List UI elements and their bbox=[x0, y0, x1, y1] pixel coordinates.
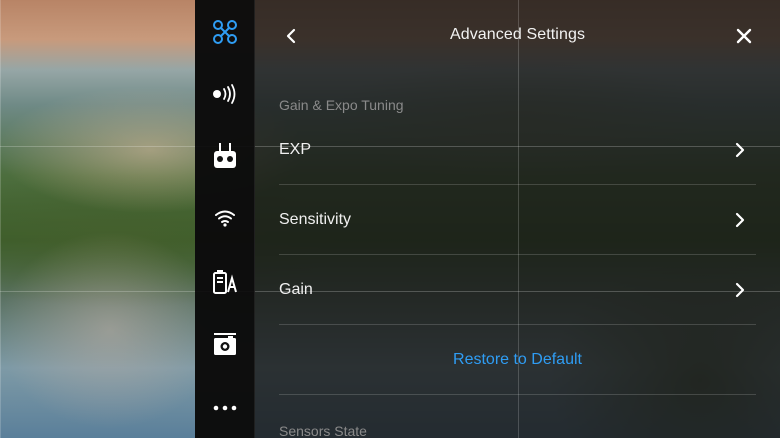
sidebar-item-wifi[interactable] bbox=[195, 198, 255, 238]
settings-row-gain[interactable]: Gain bbox=[279, 255, 756, 325]
sidebar-item-camera[interactable] bbox=[195, 324, 255, 364]
sidebar-item-more[interactable] bbox=[195, 388, 255, 428]
remote-controller-icon bbox=[214, 143, 236, 168]
sidebar-item-remote-controller[interactable] bbox=[195, 136, 255, 176]
close-button[interactable] bbox=[728, 20, 760, 52]
wifi-icon bbox=[215, 210, 235, 227]
settings-sidebar bbox=[195, 0, 255, 438]
section-label-sensors-state: Sensors State bbox=[279, 423, 367, 438]
sidebar-item-battery[interactable] bbox=[195, 262, 255, 302]
settings-row-label: EXP bbox=[279, 141, 312, 158]
settings-row-label: Sensitivity bbox=[279, 211, 352, 228]
section-label-gain-expo: Gain & Expo Tuning bbox=[279, 97, 404, 113]
panel-header: Advanced Settings bbox=[255, 0, 780, 72]
sidebar-item-signal[interactable] bbox=[195, 74, 255, 114]
chevron-right-icon bbox=[735, 142, 745, 158]
chevron-right-icon bbox=[735, 282, 745, 298]
settings-row-sensitivity[interactable]: Sensitivity bbox=[279, 185, 756, 255]
close-icon bbox=[736, 28, 752, 44]
chevron-right-icon bbox=[735, 212, 745, 228]
grid-line-vertical bbox=[0, 0, 1, 438]
restore-default-label: Restore to Default bbox=[453, 351, 582, 368]
signal-icon bbox=[213, 84, 236, 104]
battery-icon bbox=[213, 270, 237, 294]
advanced-settings-panel: Advanced Settings Gain & Expo Tuning EXP… bbox=[255, 0, 780, 438]
settings-row-label: Gain bbox=[279, 281, 313, 298]
camera-icon bbox=[214, 333, 236, 355]
page-title: Advanced Settings bbox=[449, 26, 586, 43]
aircraft-icon bbox=[213, 20, 237, 44]
settings-row-exp[interactable]: EXP bbox=[279, 115, 756, 185]
restore-default-button[interactable]: Restore to Default bbox=[279, 325, 756, 395]
sidebar-item-aircraft[interactable] bbox=[195, 12, 255, 52]
more-icon bbox=[213, 405, 237, 411]
